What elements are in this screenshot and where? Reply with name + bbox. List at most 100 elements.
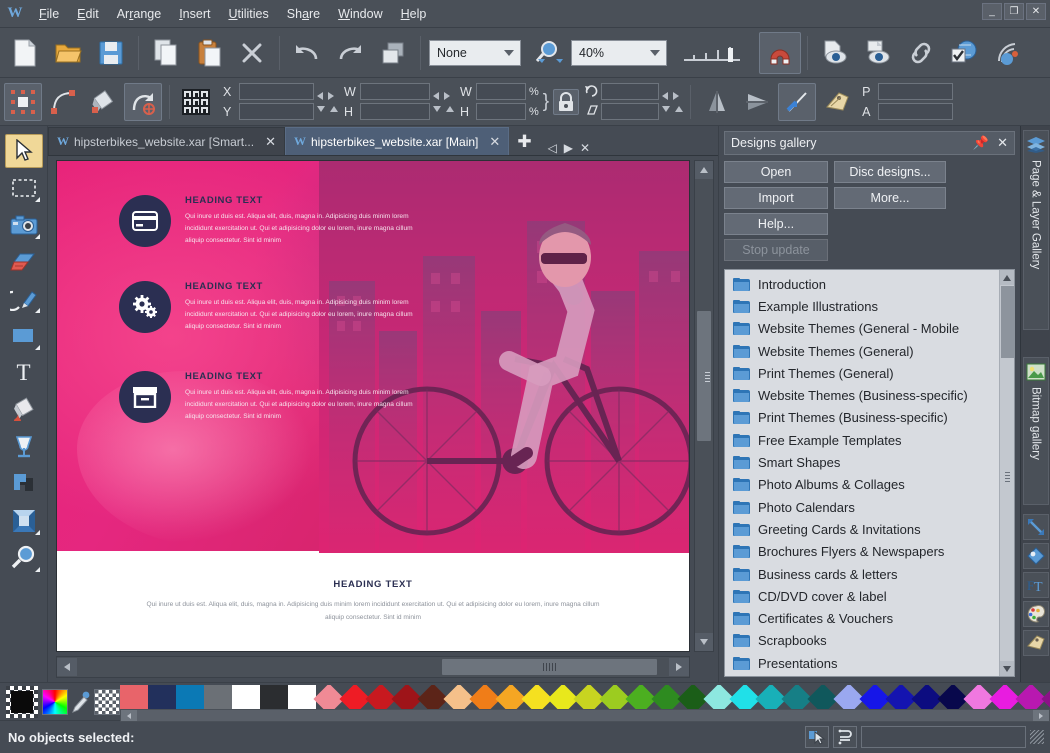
scroll-left-button[interactable] bbox=[57, 658, 77, 676]
list-item[interactable]: Brochures Flyers & Newspapers bbox=[725, 541, 999, 563]
flip-horizontal-button[interactable] bbox=[698, 83, 736, 121]
canvas-horizontal-scrollbar[interactable] bbox=[56, 656, 690, 678]
paste-button[interactable] bbox=[188, 32, 230, 74]
tab-smart-shapes[interactable]: W hipsterbikes_website.xar [Smart... ✕ bbox=[48, 127, 285, 155]
color-wheel-icon[interactable] bbox=[42, 688, 68, 715]
list-item[interactable]: Introduction bbox=[725, 273, 999, 295]
status-input-field[interactable] bbox=[861, 726, 1026, 748]
menu-item-help[interactable]: Help bbox=[392, 3, 436, 25]
list-item[interactable]: Greeting Cards & Invitations bbox=[725, 518, 999, 540]
scroll-down-button[interactable] bbox=[695, 633, 713, 651]
x-spin-right-icon[interactable] bbox=[328, 91, 334, 100]
w-input[interactable] bbox=[360, 83, 430, 100]
selector-tool[interactable] bbox=[4, 134, 43, 168]
pointer-select-icon[interactable] bbox=[805, 726, 829, 748]
fill-gallery-button[interactable] bbox=[1022, 514, 1049, 540]
list-item[interactable]: Photo Calendars bbox=[725, 496, 999, 518]
redo-button[interactable] bbox=[329, 32, 371, 74]
list-scroll-up-button[interactable] bbox=[999, 270, 1014, 285]
tab-prev-icon[interactable]: ◁ bbox=[548, 141, 557, 155]
fill-tool-button[interactable] bbox=[84, 83, 122, 121]
menu-item-file[interactable]: File bbox=[30, 3, 68, 25]
open-button[interactable]: Open bbox=[724, 161, 828, 183]
import-button[interactable]: Import bbox=[724, 187, 828, 209]
zoom-dropdown[interactable]: 40% bbox=[571, 39, 667, 66]
p-input[interactable] bbox=[878, 83, 954, 100]
pin-icon[interactable]: 📌 bbox=[973, 135, 989, 151]
list-item[interactable]: Photo Albums & Collages bbox=[725, 474, 999, 496]
preview-website-button[interactable] bbox=[857, 32, 899, 74]
eyedropper-icon[interactable] bbox=[68, 689, 94, 715]
clipart-gallery-button[interactable] bbox=[1022, 543, 1049, 569]
marquee-select-tool[interactable] bbox=[5, 171, 43, 205]
no-color-swatch[interactable] bbox=[6, 685, 38, 718]
list-item[interactable]: Certificates & Vouchers bbox=[725, 607, 999, 629]
skew-spin-down-icon[interactable] bbox=[662, 105, 671, 112]
save-document-button[interactable] bbox=[90, 32, 132, 74]
bitmap-gallery-tab[interactable]: Bitmap gallery bbox=[1022, 357, 1049, 505]
canvas-vertical-scrollbar[interactable] bbox=[694, 160, 714, 652]
fill-tool-side[interactable] bbox=[5, 393, 43, 427]
maximize-button[interactable]: ❐ bbox=[1004, 3, 1024, 20]
list-item[interactable]: Scrapbooks bbox=[725, 630, 999, 652]
transparency-tool[interactable] bbox=[5, 430, 43, 464]
y-spin-up-icon[interactable] bbox=[330, 105, 338, 112]
name-gallery-button[interactable] bbox=[1022, 630, 1049, 656]
list-item[interactable]: Presentations bbox=[725, 652, 999, 674]
menu-item-arrange[interactable]: Arrange bbox=[108, 3, 170, 25]
close-button[interactable]: ✕ bbox=[1026, 3, 1046, 20]
y-spin-down-icon[interactable] bbox=[317, 105, 325, 112]
list-item[interactable]: Smart Shapes bbox=[725, 451, 999, 473]
list-item[interactable]: Free Example Templates bbox=[725, 429, 999, 451]
zoom-tool[interactable] bbox=[5, 541, 43, 575]
list-item[interactable]: Page Elements & Widgets bbox=[725, 674, 999, 676]
palette-scrollbar[interactable] bbox=[120, 709, 1050, 722]
selection-bounds-button[interactable] bbox=[4, 82, 42, 121]
font-gallery-button[interactable]: FT bbox=[1022, 572, 1049, 598]
list-item[interactable]: Print Themes (Business-specific) bbox=[725, 407, 999, 429]
list-item[interactable]: Business cards & letters bbox=[725, 563, 999, 585]
help-button[interactable]: Help... bbox=[724, 213, 828, 235]
list-item[interactable]: Print Themes (General) bbox=[725, 362, 999, 384]
copy-button[interactable] bbox=[145, 32, 187, 74]
w-spin-left-icon[interactable] bbox=[433, 91, 439, 100]
web-check-button[interactable] bbox=[943, 32, 985, 74]
text-tool[interactable]: T bbox=[5, 356, 43, 390]
minimize-button[interactable]: _ bbox=[982, 3, 1002, 20]
skew-spin-up-icon[interactable] bbox=[675, 105, 684, 112]
page-canvas[interactable]: HEADING TEXT Qui inure ut duis est. Aliq… bbox=[56, 160, 690, 652]
eraser-tool[interactable] bbox=[5, 245, 43, 279]
grid-align-button[interactable] bbox=[177, 83, 215, 121]
undo-button[interactable] bbox=[286, 32, 328, 74]
horizontal-scroll-thumb[interactable] bbox=[442, 659, 657, 675]
tab-close-all-icon[interactable]: ✕ bbox=[580, 141, 590, 155]
rectangle-tool[interactable] bbox=[5, 319, 43, 353]
tab-close-icon[interactable]: ✕ bbox=[489, 134, 500, 150]
web-link-button[interactable] bbox=[900, 32, 942, 74]
close-icon[interactable]: ✕ bbox=[997, 135, 1008, 151]
list-item[interactable]: Website Themes (Business-specific) bbox=[725, 384, 999, 406]
list-scroll-down-button[interactable] bbox=[999, 661, 1014, 676]
menu-item-edit[interactable]: Edit bbox=[68, 3, 108, 25]
gallery-list[interactable]: Introduction Example Illustrations Website… bbox=[724, 269, 1015, 677]
menu-item-share[interactable]: Share bbox=[278, 3, 329, 25]
a-input[interactable] bbox=[878, 103, 954, 120]
list-item[interactable]: Website Themes (General - Mobile bbox=[725, 318, 999, 340]
preview-page-button[interactable] bbox=[814, 32, 856, 74]
scroll-up-button[interactable] bbox=[695, 161, 713, 179]
snap-icon[interactable] bbox=[833, 726, 857, 748]
new-tab-button[interactable]: ✚ bbox=[509, 129, 539, 155]
new-document-button[interactable] bbox=[4, 32, 46, 74]
tab-close-icon[interactable]: ✕ bbox=[265, 134, 276, 150]
snap-magnet-button[interactable] bbox=[759, 31, 801, 74]
wpct-input[interactable] bbox=[476, 83, 526, 100]
list-item[interactable]: Website Themes (General) bbox=[725, 340, 999, 362]
transparent-swatch[interactable] bbox=[94, 688, 120, 715]
flip-vertical-button[interactable] bbox=[738, 83, 776, 121]
gallery-list-scrollbar[interactable] bbox=[999, 270, 1014, 676]
tab-main[interactable]: W hipsterbikes_website.xar [Main] ✕ bbox=[284, 127, 510, 155]
duplicate-button[interactable] bbox=[372, 32, 414, 74]
scroll-right-button[interactable] bbox=[669, 658, 689, 676]
menu-item-insert[interactable]: Insert bbox=[170, 3, 219, 25]
hpct-input[interactable] bbox=[476, 103, 526, 120]
